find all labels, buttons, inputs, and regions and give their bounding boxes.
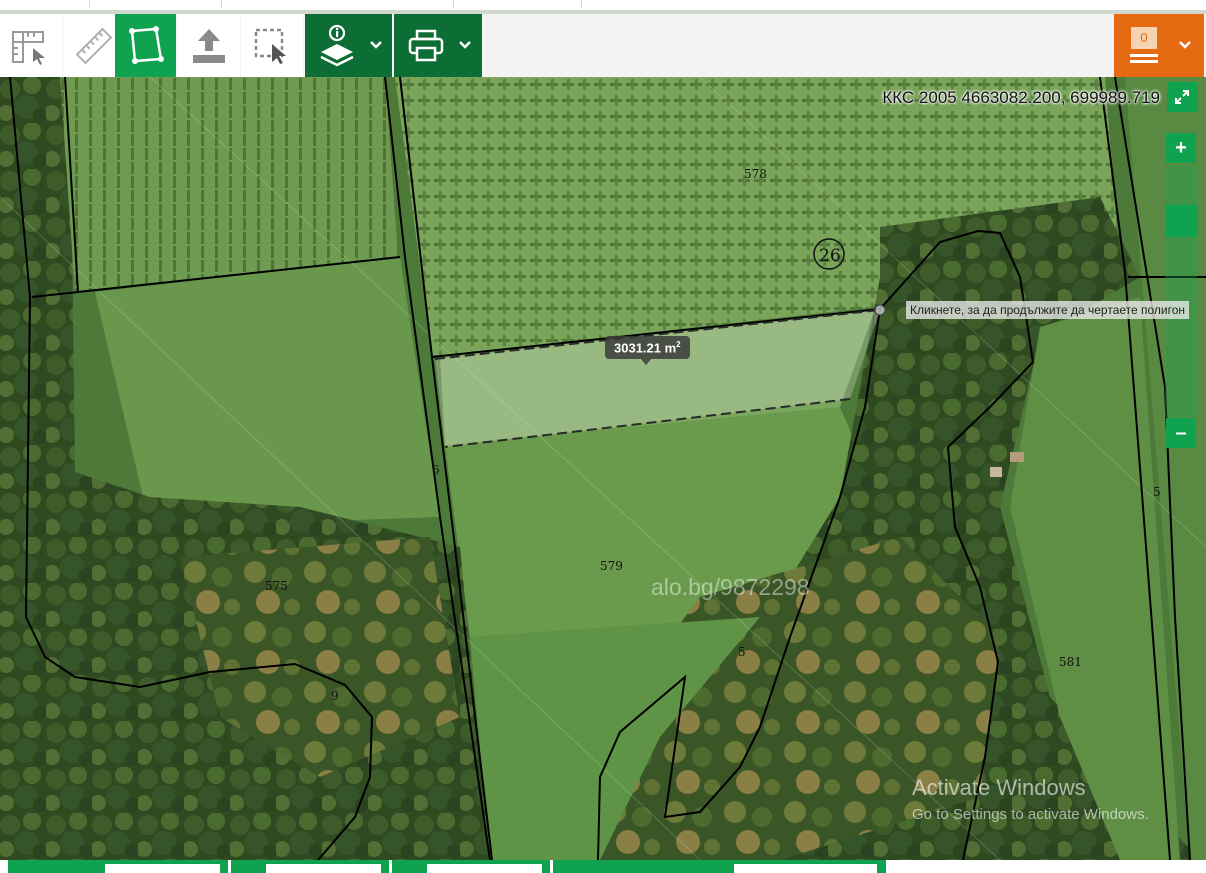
windows-activation-notice: Activate Windows Go to Settings to activ… (912, 775, 1149, 823)
chevron-down-icon (459, 41, 471, 49)
coordinates-readout: ККС 2005 4663082.200, 699989.719 (882, 88, 1160, 107)
parcel-label: 9 (331, 689, 339, 703)
top-strip-segment (89, 0, 222, 8)
upload-tool[interactable] (178, 14, 240, 77)
top-strip (0, 0, 1206, 14)
parcel-label: 5 (1153, 485, 1161, 499)
measure-ruler-select-tool[interactable] (0, 14, 62, 77)
top-strip-segment (0, 0, 90, 8)
bottom-tab[interactable] (8, 860, 228, 873)
ruler-select-icon (11, 30, 45, 65)
menu-lines-icon (1130, 54, 1158, 66)
activation-title: Activate Windows (912, 775, 1086, 800)
select-area-tool[interactable] (241, 14, 303, 77)
bottom-tab[interactable] (392, 860, 550, 873)
area-unit: 2 (676, 340, 681, 349)
parcel-label: 581 (1059, 655, 1082, 669)
layer-info-tool[interactable] (305, 14, 393, 77)
polygon-icon (128, 25, 164, 64)
bottom-tab[interactable] (231, 860, 389, 873)
upload-icon (192, 28, 225, 63)
printer-icon (408, 29, 444, 61)
fullscreen-button[interactable] (1167, 82, 1197, 112)
select-box-icon (254, 28, 286, 64)
zoom-out-button[interactable]: – (1166, 418, 1196, 448)
layers-info-icon (320, 24, 354, 66)
chevron-down-icon (370, 41, 382, 49)
activation-subtitle: Go to Settings to activate Windows. (912, 806, 1149, 823)
parcel-label: 579 (600, 559, 623, 573)
map-imagery (0, 77, 1206, 860)
satellite-map[interactable] (0, 77, 1206, 860)
parcel-label: 5 (738, 645, 746, 659)
bottom-tab-bar (0, 860, 1206, 873)
chevron-down-icon (1179, 41, 1191, 49)
top-strip-segment (221, 0, 454, 8)
block-label: 26 (819, 246, 841, 266)
selection-menu-button[interactable]: 0 (1114, 14, 1204, 77)
zoom-slider-handle[interactable] (1165, 205, 1197, 237)
expand-icon (1175, 90, 1189, 104)
bottom-tab[interactable] (553, 860, 886, 873)
measure-area-tool[interactable] (115, 14, 177, 77)
zoom-in-button[interactable]: + (1166, 133, 1196, 163)
watermark: alo.bg/9872298 (651, 574, 810, 600)
draw-hint-tooltip: Кликнете, за да продължите да чертаете п… (906, 301, 1190, 319)
print-tool[interactable] (394, 14, 483, 77)
map-toolbar: 0 (0, 14, 1206, 77)
ruler-icon (75, 27, 112, 64)
area-measurement-label: 3031.21 m2 (605, 336, 690, 366)
parcel-label: 575 (265, 579, 288, 593)
parcel-label: 6 (432, 463, 440, 477)
top-strip-segment (453, 0, 582, 8)
selection-count-badge: 0 (1131, 27, 1157, 49)
area-value: 3031.21 m (614, 340, 677, 356)
zoom-slider-track[interactable] (1165, 165, 1197, 417)
parcel-label: 578 (744, 167, 767, 181)
